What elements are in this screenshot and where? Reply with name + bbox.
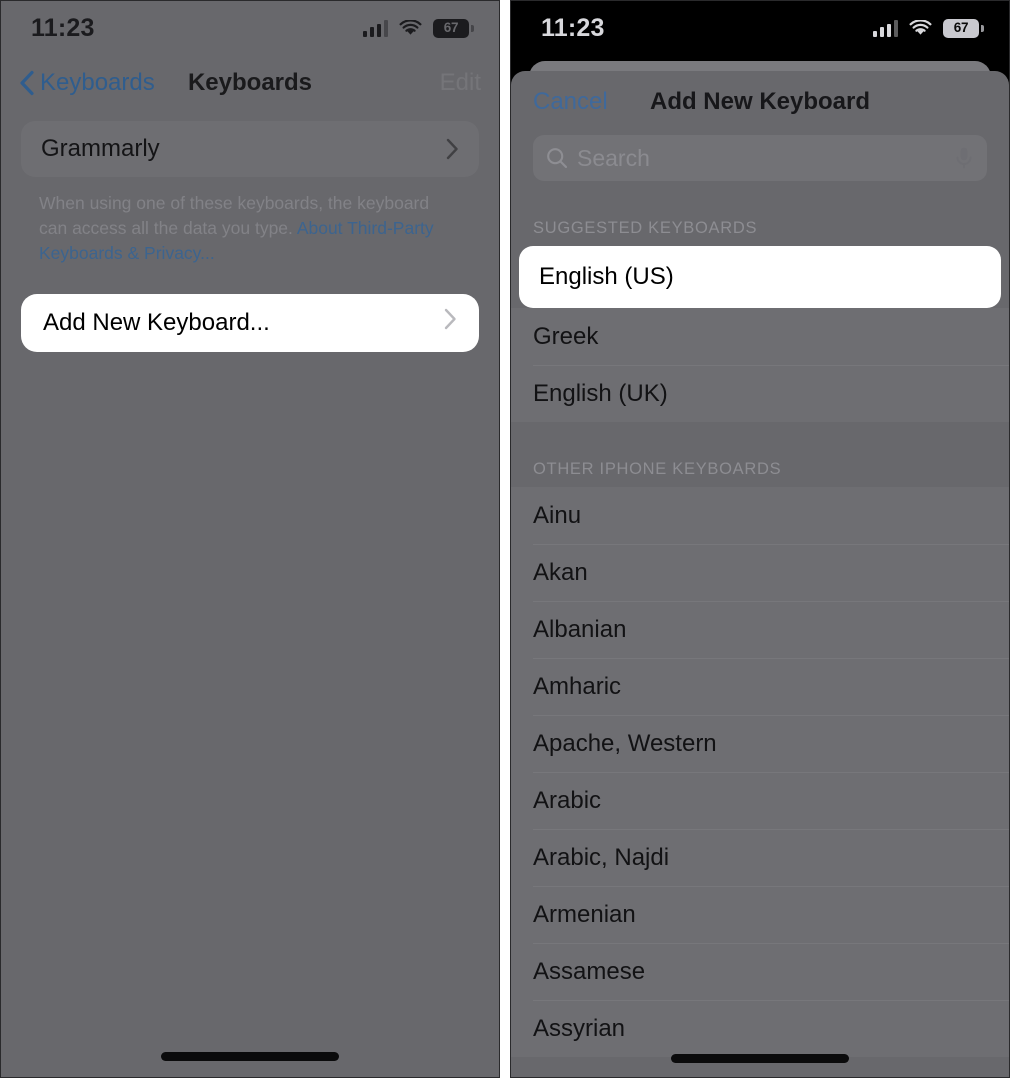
list-item-label: Ainu — [533, 501, 582, 529]
list-item-assyrian[interactable]: Assyrian — [511, 1000, 1009, 1057]
list-item-assamese[interactable]: Assamese — [511, 943, 1009, 1000]
home-indicator[interactable] — [671, 1054, 849, 1063]
battery-icon: 67 — [433, 18, 474, 38]
list-item-label: English (US) — [539, 263, 674, 290]
back-button[interactable]: Keyboards — [19, 69, 155, 97]
list-item-albanian[interactable]: Albanian — [511, 601, 1009, 658]
status-icons: 67 — [362, 18, 474, 38]
list-item-label: Amharic — [533, 672, 622, 700]
suggested-list: Greek English (UK) — [511, 308, 1009, 422]
list-item-grammarly[interactable]: Grammarly — [21, 121, 479, 177]
add-keyboard-sheet: Cancel Add New Keyboard Search SUGGESTED… — [511, 71, 1009, 1077]
list-item-label: English (UK) — [533, 379, 668, 407]
left-status-bar: 11:23 67 — [1, 1, 499, 55]
cellular-signal-icon — [362, 20, 388, 37]
other-section-header: OTHER IPHONE KEYBOARDS — [533, 460, 782, 478]
list-item-amharic[interactable]: Amharic — [511, 658, 1009, 715]
home-indicator[interactable] — [161, 1052, 339, 1061]
search-field[interactable]: Search — [533, 135, 987, 181]
left-screen-body: Keyboards Keyboards Edit Grammarly When … — [1, 55, 499, 1077]
list-item-label: Grammarly — [41, 135, 160, 162]
battery-percent: 67 — [953, 20, 969, 36]
list-item-label: Armenian — [533, 900, 636, 928]
status-icons: 67 — [872, 18, 984, 38]
list-item-arabic[interactable]: Arabic — [511, 772, 1009, 829]
back-button-label: Keyboards — [40, 69, 155, 96]
list-item-label: Akan — [533, 558, 588, 586]
list-item-label: Albanian — [533, 615, 627, 643]
list-item-label: Greek — [533, 322, 599, 350]
wifi-icon — [909, 19, 932, 37]
list-item-apache-western[interactable]: Apache, Western — [511, 715, 1009, 772]
chevron-left-icon — [19, 70, 35, 96]
wifi-icon — [399, 19, 422, 37]
add-new-keyboard-label: Add New Keyboard... — [43, 308, 270, 336]
edit-button[interactable]: Edit — [440, 69, 481, 97]
list-item-greek[interactable]: Greek — [511, 308, 1009, 365]
battery-icon: 67 — [943, 18, 984, 38]
search-placeholder: Search — [577, 144, 650, 171]
right-status-bar: 11:23 67 — [511, 1, 1009, 55]
cancel-button[interactable]: Cancel — [533, 88, 608, 116]
panel-separator — [500, 0, 510, 1078]
status-time: 11:23 — [31, 13, 95, 42]
suggested-section-header: SUGGESTED KEYBOARDS — [533, 219, 758, 237]
list-item-label: Assyrian — [533, 1014, 626, 1042]
keyboards-group: Grammarly — [21, 121, 479, 177]
search-icon — [546, 147, 568, 169]
list-item-ainu[interactable]: Ainu — [511, 487, 1009, 544]
list-item-label: Arabic, Najdi — [533, 843, 670, 871]
add-new-keyboard-button[interactable]: Add New Keyboard... — [21, 293, 479, 352]
list-item-akan[interactable]: Akan — [511, 544, 1009, 601]
left-nav-bar: Keyboards Keyboards Edit — [1, 55, 499, 111]
list-item-english-us[interactable]: English (US) — [519, 246, 1001, 308]
right-screen-body: Cancel Add New Keyboard Search SUGGESTED… — [511, 55, 1009, 1077]
left-phone-panel: 11:23 67 Keyboards Keyboards Edit Gramma… — [0, 0, 500, 1078]
status-time: 11:23 — [541, 13, 605, 42]
list-item-label: Apache, Western — [533, 729, 717, 757]
list-item-armenian[interactable]: Armenian — [511, 886, 1009, 943]
chevron-right-icon — [446, 138, 459, 160]
chevron-right-icon — [444, 308, 457, 337]
list-item-arabic-najdi[interactable]: Arabic, Najdi — [511, 829, 1009, 886]
list-item-label: Assamese — [533, 957, 646, 985]
other-keyboards-list: Ainu Akan Albanian Amharic Apache, Weste… — [511, 487, 1009, 1057]
list-item-label: Arabic — [533, 786, 602, 814]
screenshot-stage: 11:23 67 Keyboards Keyboards Edit Gramma… — [0, 0, 1012, 1078]
right-phone-panel: 11:23 67 Cancel Add New Keyboard Search … — [510, 0, 1010, 1078]
sheet-nav-bar: Cancel Add New Keyboard — [511, 71, 1009, 133]
cellular-signal-icon — [872, 20, 898, 37]
privacy-footnote: When using one of these keyboards, the k… — [39, 191, 461, 266]
microphone-icon[interactable] — [954, 146, 974, 170]
battery-percent: 67 — [443, 20, 459, 36]
list-item-english-uk[interactable]: English (UK) — [511, 365, 1009, 422]
